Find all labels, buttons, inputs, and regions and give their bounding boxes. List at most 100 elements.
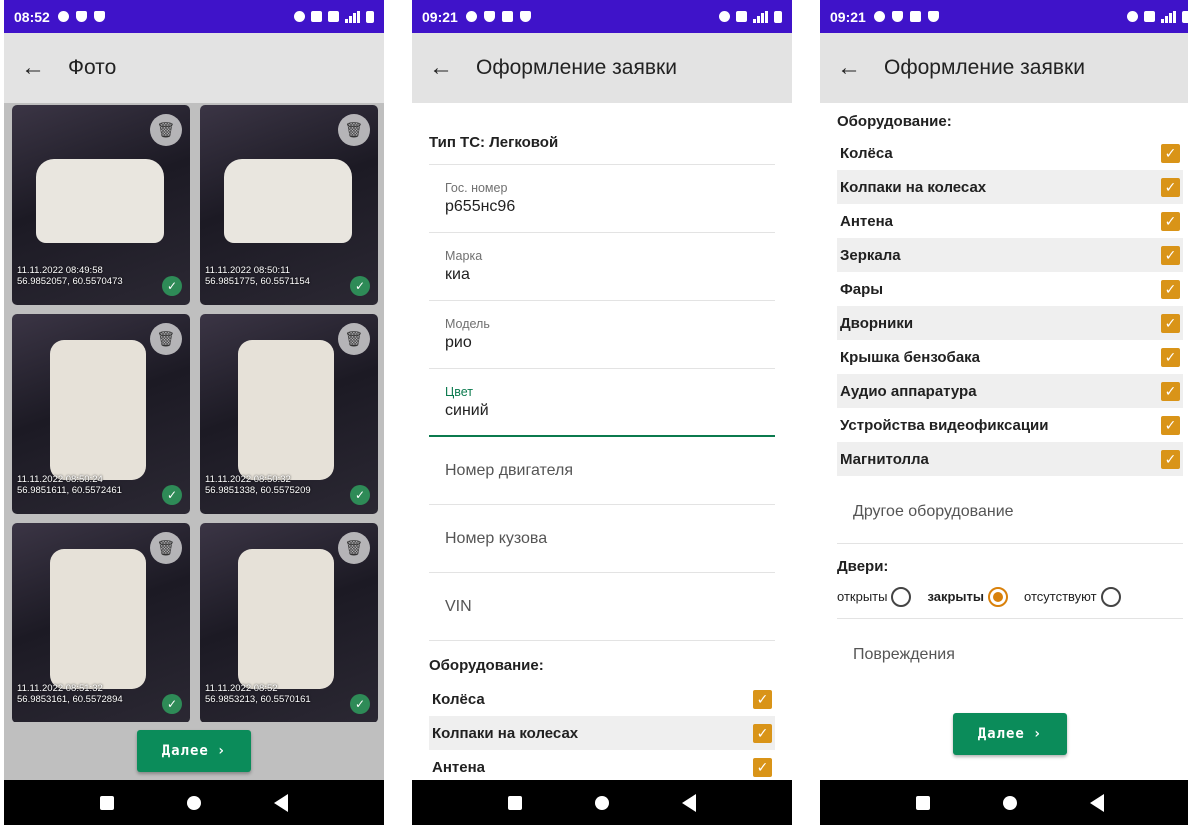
trash-icon[interactable]: 🗑 [150,532,182,564]
equipment-row[interactable]: Колпаки на колесах ✓ [429,716,775,750]
checkbox-checked-icon[interactable]: ✓ [753,723,772,743]
equipment-row[interactable]: Дворники ✓ [837,306,1183,340]
trash-icon[interactable]: 🗑 [150,114,182,146]
checkbox-checked-icon[interactable]: ✓ [753,757,772,777]
brand-field[interactable]: Марка киа [429,233,775,301]
form-content: Тип ТС: Легковой Гос. номер р655нс96 Мар… [412,103,792,780]
photo-timestamp: 11.11.2022 08:50:24 [17,474,103,485]
car-photo [50,340,146,480]
recents-icon[interactable] [508,795,523,810]
photo-meta: 11.11.2022 08:51:32 56.9853161, 60.55728… [17,683,123,705]
next-button[interactable]: Далее › [137,730,251,772]
field-value: киа [445,266,470,283]
body-number-field[interactable]: Номер кузова [429,505,775,573]
photo-grid-area: 🗑 11.11.2022 08:49:58 56.9852057, 60.557… [4,103,384,780]
photo-thumbnail[interactable]: 🗑 11.11.2022 08:52 56.9853213, 60.557016… [200,523,378,723]
back-nav-icon[interactable] [273,793,288,812]
plate-number-field[interactable]: Гос. номер р655нс96 [429,165,775,233]
back-nav-icon[interactable] [681,793,696,812]
status-bar: 09:21 [820,0,1188,33]
next-button[interactable]: Далее › [953,713,1067,755]
equipment-row[interactable]: Антена ✓ [429,750,775,780]
recents-icon[interactable] [916,795,931,810]
shield-status-icon [483,11,495,22]
shield-status-icon [75,11,87,22]
photo-thumbnail[interactable]: 🗑 11.11.2022 08:51:32 56.9853161, 60.557… [12,523,190,723]
checkbox-checked-icon[interactable]: ✓ [1161,347,1180,367]
status-time: 08:52 [14,8,50,25]
damage-field[interactable]: Повреждения [837,619,1183,691]
trash-icon[interactable]: 🗑 [338,114,370,146]
equipment-row[interactable]: Аудио аппаратура ✓ [837,374,1183,408]
equipment-label: Аудио аппаратура [840,382,977,400]
back-arrow-icon[interactable]: ← [8,54,58,82]
photo-thumbnail[interactable]: 🗑 11.11.2022 08:50:11 56.9851775, 60.557… [200,105,378,305]
equipment-label: Колпаки на колесах [432,724,579,742]
trash-icon[interactable]: 🗑 [338,323,370,355]
home-icon[interactable] [186,795,201,810]
home-icon[interactable] [1002,795,1017,810]
trash-icon[interactable]: 🗑 [338,532,370,564]
chevron-right-icon: › [1032,726,1043,742]
color-field[interactable]: Цвет синий [429,369,775,437]
check-circle-icon: ✓ [350,485,370,505]
checkbox-checked-icon[interactable]: ✓ [1161,279,1180,299]
checkbox-checked-icon[interactable]: ✓ [1161,415,1180,435]
equipment-row[interactable]: Колёса ✓ [837,136,1183,170]
page-title: Оформление заявки [884,56,1085,79]
equipment-row[interactable]: Антена ✓ [837,204,1183,238]
doors-absent-option[interactable]: отсутствуют [1024,586,1121,607]
photo-meta: 11.11.2022 08:49:58 56.9852057, 60.55704… [17,265,123,287]
equipment-row[interactable]: Колёса ✓ [429,682,775,716]
field-label: Модель [445,317,490,331]
vehicle-type: Тип ТС: Легковой [429,103,775,165]
equipment-row[interactable]: Устройства видеофиксации ✓ [837,408,1183,442]
other-equipment-field[interactable]: Другое оборудование [837,480,1183,544]
equipment-row[interactable]: Зеркала ✓ [837,238,1183,272]
battery-status-icon [1182,10,1188,23]
wifi-status-icon [1144,11,1155,22]
equipment-row[interactable]: Крышка бензобака ✓ [837,340,1183,374]
location-status-icon [719,11,730,22]
car-photo [50,549,146,689]
checkbox-checked-icon[interactable]: ✓ [1161,381,1180,401]
location-status-icon [294,11,305,22]
equipment-row[interactable]: Фары ✓ [837,272,1183,306]
home-icon[interactable] [594,795,609,810]
recents-icon[interactable] [100,795,115,810]
back-arrow-icon[interactable]: ← [824,54,874,82]
photo-thumbnail[interactable]: 🗑 11.11.2022 08:50:24 56.9851611, 60.557… [12,314,190,514]
back-nav-icon[interactable] [1089,793,1104,812]
field-value: рио [445,334,472,351]
field-label: Цвет [445,385,474,399]
system-nav-bar [412,780,792,825]
vin-field[interactable]: VIN [429,573,775,641]
checkbox-checked-icon[interactable]: ✓ [1161,449,1180,469]
equipment-label: Фары [840,280,884,298]
doors-radio-group: открыты закрыты отсутствуют [837,575,1183,619]
engine-number-field[interactable]: Номер двигателя [429,437,775,505]
checkbox-checked-icon[interactable]: ✓ [1161,211,1180,231]
checkbox-checked-icon[interactable]: ✓ [1161,313,1180,333]
page-title: Фото [68,56,117,79]
radio-unchecked-icon[interactable] [891,586,912,607]
photo-timestamp: 11.11.2022 08:50:32 [205,474,291,485]
photo-thumbnail[interactable]: 🗑 11.11.2022 08:50:32 56.9851338, 60.557… [200,314,378,514]
photo-timestamp: 11.11.2022 08:49:58 [17,265,103,276]
trash-icon[interactable]: 🗑 [150,323,182,355]
photo-thumbnail[interactable]: 🗑 11.11.2022 08:49:58 56.9852057, 60.557… [12,105,190,305]
checkbox-checked-icon[interactable]: ✓ [1161,143,1180,163]
checkbox-checked-icon[interactable]: ✓ [1161,177,1180,197]
back-arrow-icon[interactable]: ← [416,54,466,82]
model-field[interactable]: Модель рио [429,301,775,369]
checkbox-checked-icon[interactable]: ✓ [1161,245,1180,265]
radio-checked-icon[interactable] [988,586,1009,607]
footer: Далее › [837,713,1183,755]
doors-title: Двери: [837,558,889,575]
checkbox-checked-icon[interactable]: ✓ [753,689,772,709]
equipment-row[interactable]: Магнитолла ✓ [837,442,1183,476]
doors-open-option[interactable]: открыты [837,586,912,607]
equipment-row[interactable]: Колпаки на колесах ✓ [837,170,1183,204]
radio-unchecked-icon[interactable] [1100,586,1121,607]
doors-closed-option[interactable]: закрыты [927,586,1009,607]
